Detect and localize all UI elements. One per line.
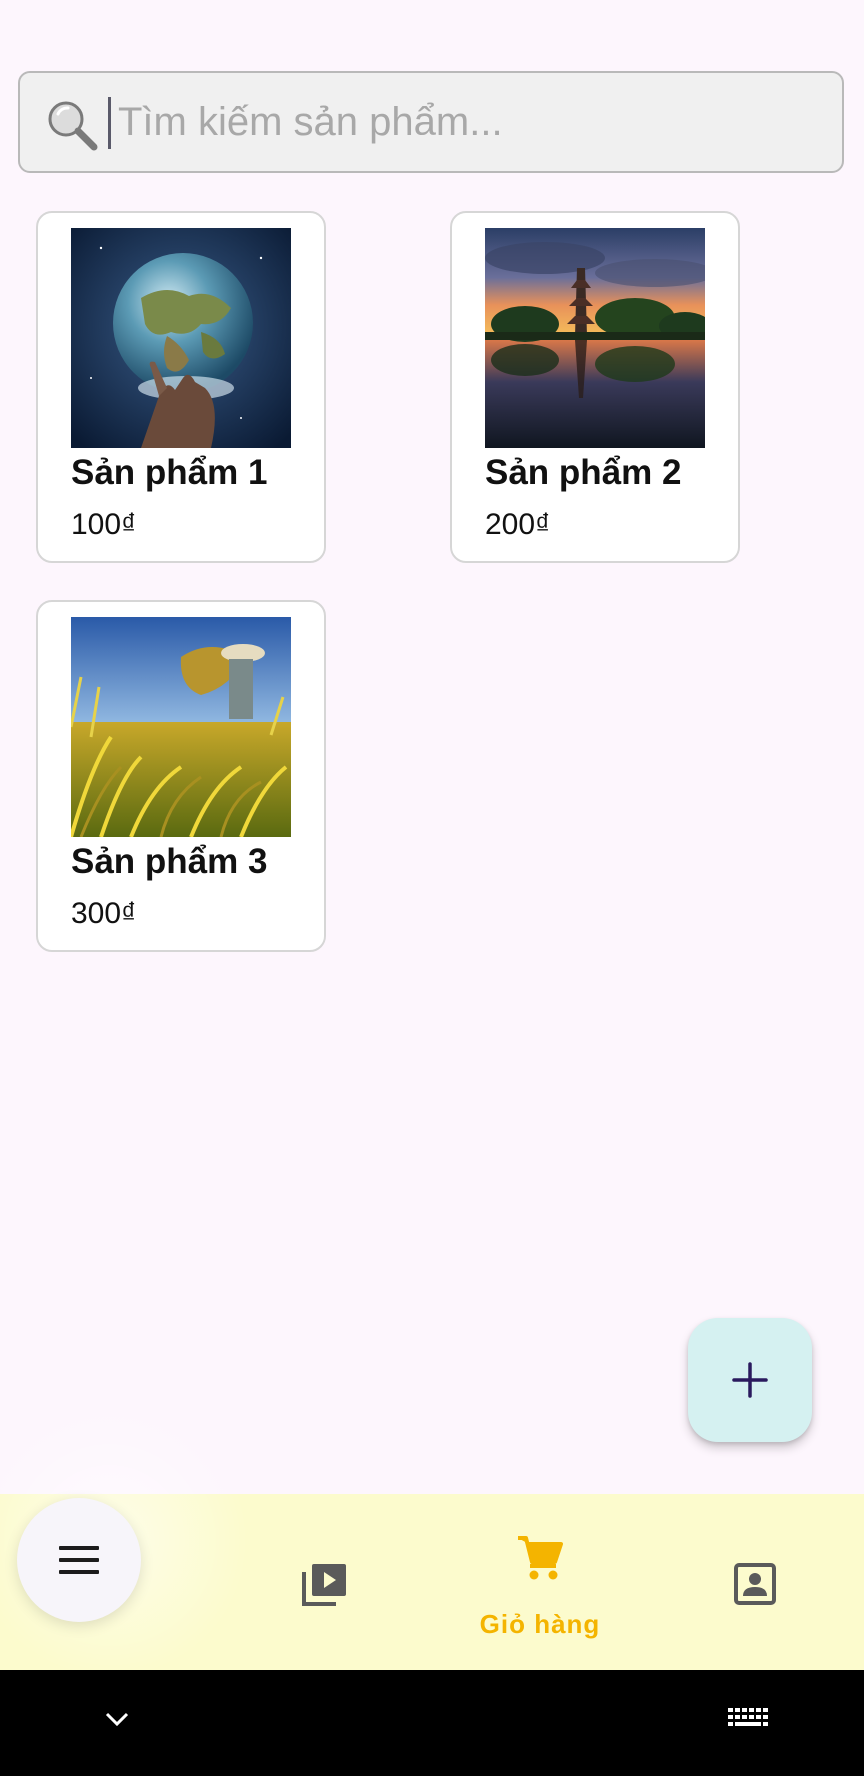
- hamburger-menu-icon: [59, 1546, 99, 1574]
- product-image-rice-harvest: [71, 617, 291, 837]
- product-image-pagoda: [485, 228, 705, 448]
- app-screen: Sản phẩm 1 100₫: [0, 0, 864, 1776]
- product-price: 200₫: [485, 508, 551, 541]
- keyboard-icon[interactable]: [728, 1708, 768, 1732]
- nav-item-cart[interactable]: Giỏ hàng: [460, 1494, 620, 1670]
- nav-item-label: Giỏ hàng: [479, 1609, 601, 1639]
- plus-icon: [732, 1362, 768, 1398]
- product-price: 100₫: [71, 508, 137, 541]
- product-card[interactable]: Sản phẩm 3 300₫: [36, 600, 326, 952]
- product-name: Sản phẩm 3: [71, 842, 268, 881]
- menu-button[interactable]: [17, 1498, 141, 1622]
- product-name: Sản phẩm 1: [71, 453, 268, 492]
- shopping-cart-icon: [518, 1536, 563, 1580]
- nav-item-videos[interactable]: [250, 1494, 400, 1670]
- product-name: Sản phẩm 2: [485, 453, 682, 492]
- video-library-icon: [302, 1564, 346, 1606]
- system-navigation-bar: [0, 1670, 864, 1776]
- product-image-earth: [71, 228, 291, 448]
- chevron-down-icon[interactable]: [104, 1710, 130, 1728]
- product-card[interactable]: Sản phẩm 2 200₫: [450, 211, 740, 563]
- text-cursor: [108, 97, 111, 149]
- add-product-fab[interactable]: [688, 1318, 812, 1442]
- search-icon: [48, 101, 98, 151]
- product-card[interactable]: Sản phẩm 1 100₫: [36, 211, 326, 563]
- contact-card-icon: [734, 1563, 776, 1605]
- search-bar[interactable]: [18, 71, 844, 173]
- product-price: 300₫: [71, 897, 137, 930]
- nav-item-contacts[interactable]: [680, 1494, 830, 1670]
- search-input[interactable]: [112, 73, 818, 171]
